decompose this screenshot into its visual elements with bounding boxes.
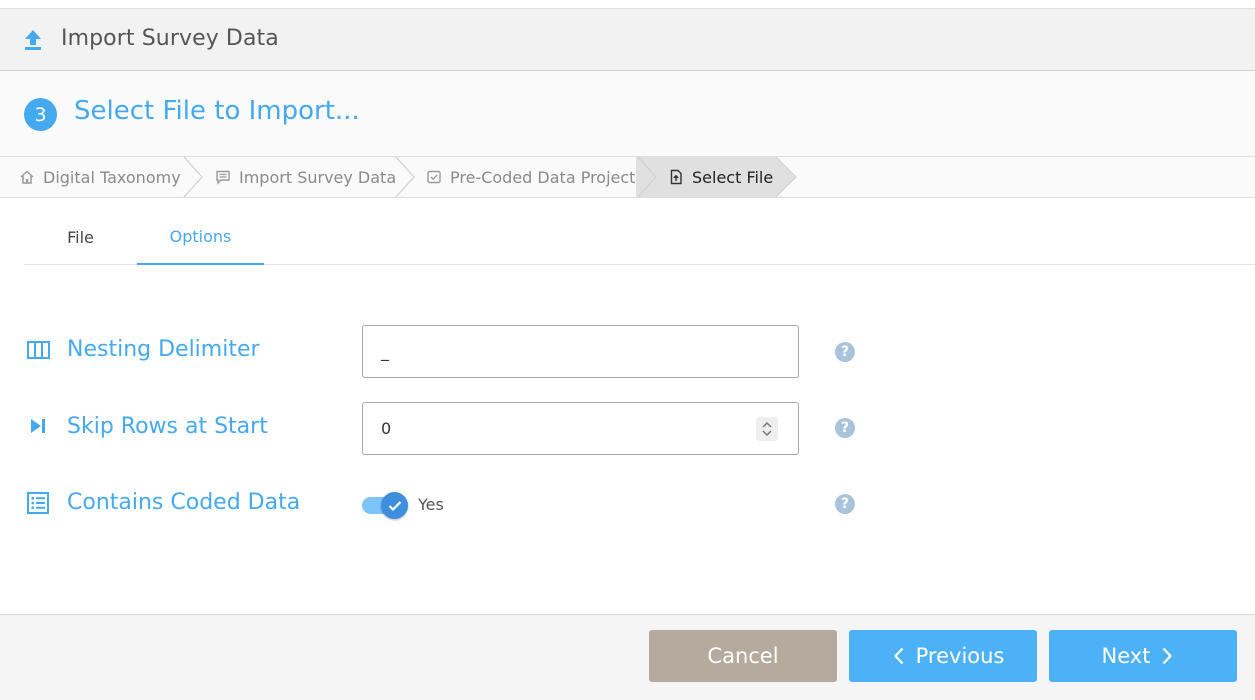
- chevron-right-icon: [1163, 647, 1173, 665]
- nesting-delimiter-label: Nesting Delimiter: [67, 337, 260, 362]
- breadcrumb-item-select-file[interactable]: Select File: [668, 157, 773, 197]
- tab-file[interactable]: File: [24, 210, 137, 264]
- previous-button[interactable]: Previous: [849, 630, 1037, 682]
- spinner-arrows-icon: [762, 421, 772, 437]
- skip-rows-input[interactable]: 0: [362, 402, 799, 455]
- breadcrumb-separator: [637, 157, 657, 197]
- file-upload-icon: [670, 169, 682, 185]
- chevron-left-icon: [893, 647, 903, 665]
- breadcrumb-item-digital-taxonomy[interactable]: Digital Taxonomy: [19, 157, 181, 197]
- skip-rows-label: Skip Rows at Start: [67, 414, 268, 439]
- nesting-delimiter-value: _: [381, 342, 389, 361]
- tab-options[interactable]: Options: [137, 210, 264, 265]
- upload-icon: [25, 30, 41, 50]
- cancel-button[interactable]: Cancel: [649, 630, 837, 682]
- nesting-delimiter-input[interactable]: _: [362, 325, 799, 378]
- next-button-label: Next: [1101, 644, 1151, 668]
- cancel-button-label: Cancel: [707, 644, 779, 668]
- dialog-title: Import Survey Data: [61, 26, 279, 51]
- breadcrumb: Digital Taxonomy Import Survey Data Pre-…: [0, 156, 1255, 198]
- toggle-knob[interactable]: [381, 492, 408, 519]
- step-number-badge: 3: [24, 98, 57, 131]
- dialog-titlebar: Import Survey Data: [0, 8, 1255, 71]
- skip-rows-value: 0: [381, 419, 392, 438]
- step-title: Select File to Import...: [74, 96, 360, 126]
- breadcrumb-item-pre-coded-data-project[interactable]: Pre-Coded Data Project: [426, 157, 635, 197]
- list-icon: [27, 492, 49, 514]
- breadcrumb-separator: [395, 157, 415, 197]
- message-icon: [216, 170, 230, 185]
- breadcrumb-item-import-survey-data[interactable]: Import Survey Data: [215, 157, 396, 197]
- columns-icon: [27, 341, 50, 359]
- top-strip: [0, 0, 1255, 8]
- breadcrumb-label: Select File: [692, 167, 774, 187]
- help-icon[interactable]: ?: [835, 494, 855, 514]
- contains-coded-data-label: Contains Coded Data: [67, 490, 301, 515]
- home-icon: [20, 170, 34, 184]
- breadcrumb-active-arrow: [776, 157, 797, 197]
- check-icon: [388, 500, 401, 511]
- number-spinner[interactable]: [756, 417, 778, 441]
- breadcrumb-label: Pre-Coded Data Project: [450, 167, 636, 187]
- previous-button-label: Previous: [915, 644, 1005, 668]
- skip-next-icon: [31, 419, 45, 433]
- checkbox-icon: [427, 170, 441, 184]
- help-icon[interactable]: ?: [835, 418, 855, 438]
- help-icon[interactable]: ?: [835, 342, 855, 362]
- breadcrumb-separator: [183, 157, 203, 197]
- breadcrumb-label: Import Survey Data: [239, 167, 397, 187]
- tab-bar: File Options: [24, 210, 1255, 265]
- toggle-state-label: Yes: [418, 495, 444, 514]
- next-button[interactable]: Next: [1049, 630, 1237, 682]
- breadcrumb-label: Digital Taxonomy: [43, 167, 181, 187]
